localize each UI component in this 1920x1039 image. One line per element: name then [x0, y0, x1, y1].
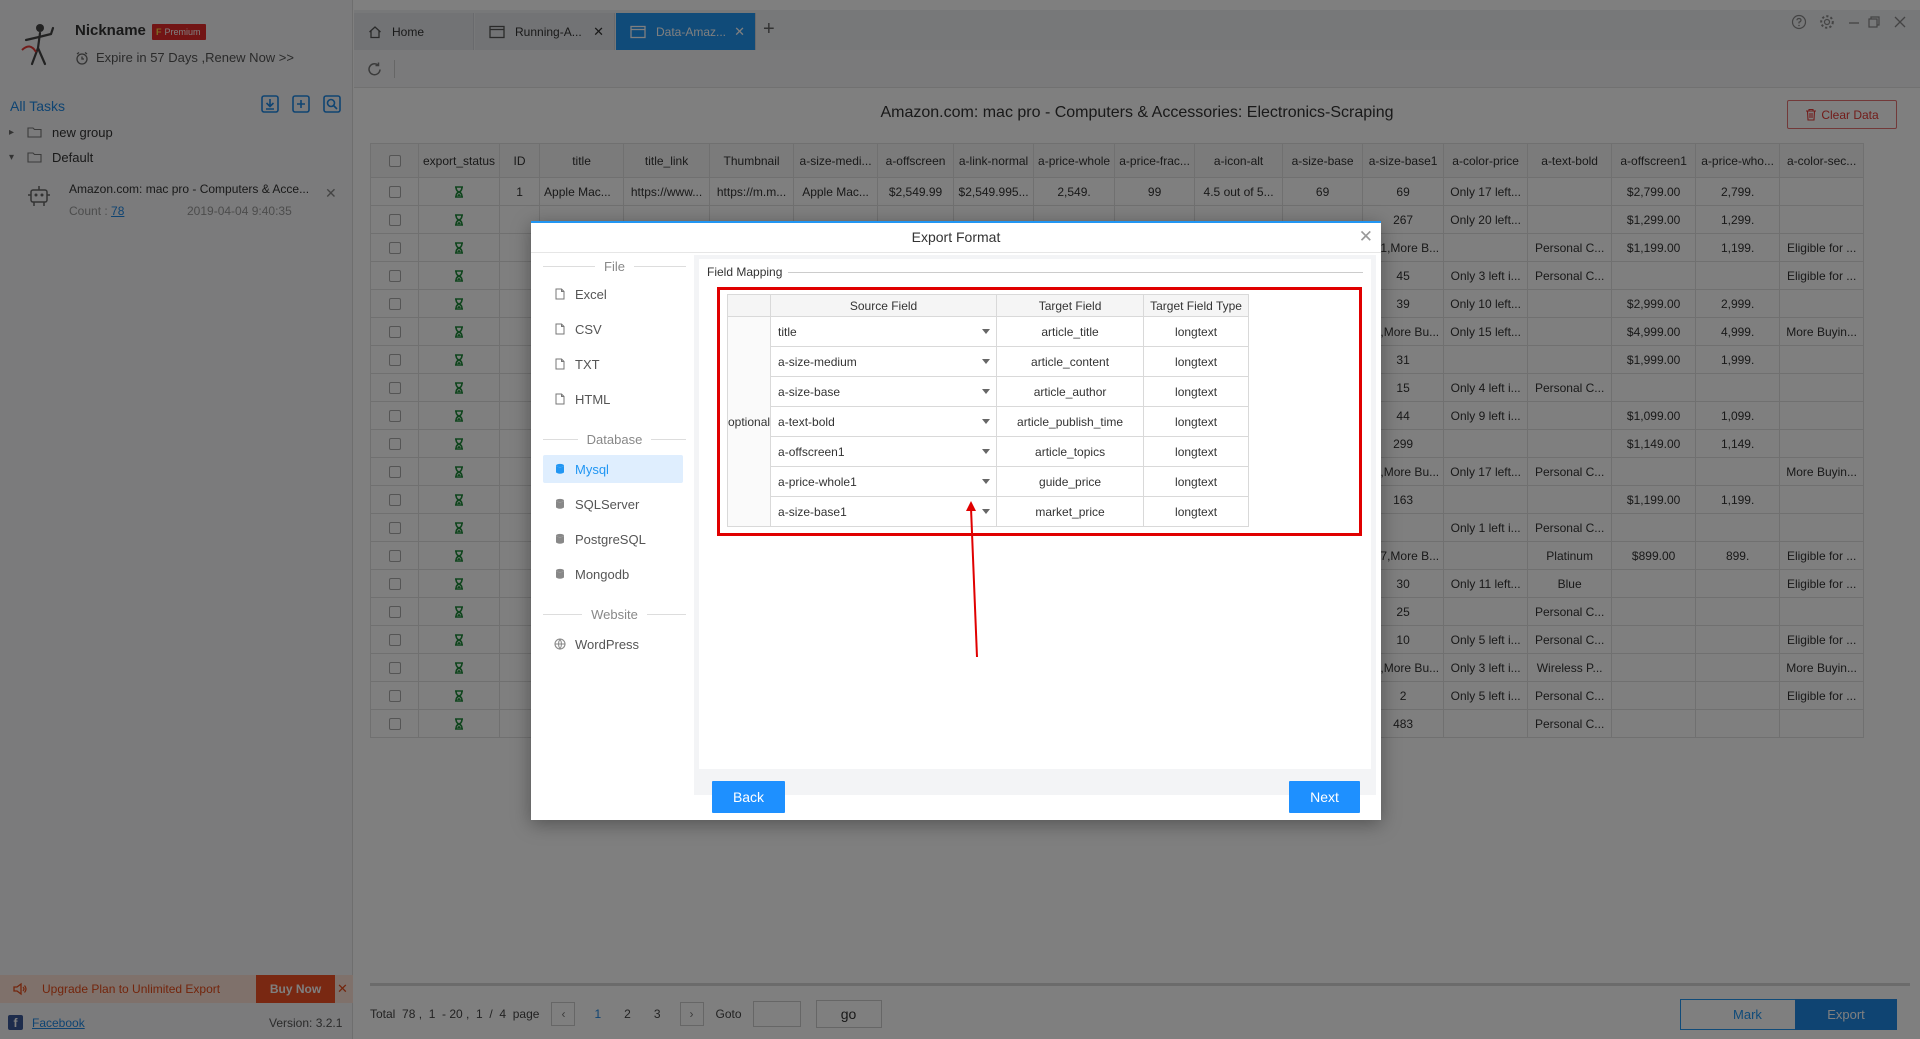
mapping-row: optional title article_title longtext [726, 316, 1250, 527]
globe-icon [553, 638, 567, 650]
field-mapping-divider [707, 272, 1363, 273]
nav-label: WordPress [575, 636, 640, 652]
nav-item-csv[interactable]: CSV [543, 315, 683, 343]
nav-item-txt[interactable]: TXT [543, 350, 683, 378]
source-field-value: a-size-medium [778, 354, 857, 369]
close-icon[interactable]: ✕ [1359, 227, 1373, 247]
nav-item-wordpress[interactable]: WordPress [543, 630, 683, 658]
header-target-type: Target Field Type [1143, 294, 1250, 317]
chevron-down-icon[interactable] [982, 509, 991, 514]
target-field-type: longtext [1143, 496, 1250, 527]
source-field-select[interactable]: a-size-base [770, 376, 998, 407]
nav-label: Mongodb [575, 566, 630, 582]
next-button[interactable]: Next [1289, 781, 1360, 813]
database-icon [553, 463, 567, 475]
nav-label: CSV [575, 321, 602, 337]
target-field-type: longtext [1143, 466, 1250, 497]
format-nav: File Excel CSV TXT HTML Database Mysql S… [543, 259, 687, 779]
nav-label: SQLServer [575, 496, 640, 512]
file-icon [553, 288, 567, 300]
target-field: article_topics [996, 436, 1145, 467]
mapping-row: a-price-whole1 guide_price longtext [728, 466, 1250, 497]
source-field-value: a-size-base1 [778, 504, 847, 519]
field-mapping-label: Field Mapping [707, 265, 789, 279]
source-field-select[interactable]: a-size-medium [770, 346, 998, 377]
nav-item-mysql[interactable]: Mysql [543, 455, 683, 483]
source-field-select[interactable]: title [770, 316, 998, 347]
target-field: market_price [996, 496, 1145, 527]
source-field-value: a-offscreen1 [778, 444, 845, 459]
target-field: article_title [996, 316, 1145, 347]
file-icon [553, 358, 567, 370]
mapping-body: optional title article_title longtext a-size… [726, 316, 1250, 527]
target-field-type: longtext [1143, 436, 1250, 467]
nav-label: Excel [575, 286, 607, 302]
nav-label: Mysql [575, 461, 609, 477]
source-field-select[interactable]: a-text-bold [770, 406, 998, 437]
target-field: article_content [996, 346, 1145, 377]
nav-item-excel[interactable]: Excel [543, 280, 683, 308]
mapping-row: a-size-base1 market_price longtext [728, 496, 1250, 527]
header-target-field: Target Field [996, 294, 1145, 317]
mapping-panel: Field Mapping Source Field Target Field … [694, 255, 1376, 795]
target-field: article_publish_time [996, 406, 1145, 437]
dialog-title: Export Format [531, 223, 1381, 253]
mapping-row: a-size-medium article_content longtext [728, 346, 1250, 377]
source-field-value: a-size-base [778, 384, 841, 399]
mapping-row: a-offscreen1 article_topics longtext [728, 436, 1250, 467]
field-mapping-table: Source Field Target Field Target Field T… [726, 294, 1250, 527]
nav-item-html[interactable]: HTML [543, 385, 683, 413]
back-button[interactable]: Back [712, 781, 785, 813]
section-label: Website [591, 607, 638, 622]
nav-item-postgresql[interactable]: PostgreSQL [543, 525, 683, 553]
source-field-select[interactable]: a-offscreen1 [770, 436, 998, 467]
header-group [726, 294, 772, 317]
target-field-type: longtext [1143, 406, 1250, 437]
mapping-panel-inner: Field Mapping Source Field Target Field … [699, 259, 1371, 769]
file-icon [553, 393, 567, 405]
section-website: Website [543, 607, 687, 622]
source-field-value: a-text-bold [778, 414, 835, 429]
section-database: Database [543, 432, 686, 447]
nav-label: HTML [575, 391, 611, 407]
section-label: Database [586, 432, 643, 447]
target-field-type: longtext [1143, 316, 1250, 347]
nav-item-sqlserver[interactable]: SQLServer [543, 490, 683, 518]
database-icon [553, 533, 567, 545]
export-format-dialog: Export Format ✕ File Excel CSV TXT HTML … [531, 221, 1381, 820]
target-field: article_author [996, 376, 1145, 407]
section-file: File [543, 259, 687, 274]
chevron-down-icon[interactable] [982, 419, 991, 424]
group-label: optional [726, 316, 772, 527]
target-field: guide_price [996, 466, 1145, 497]
chevron-down-icon[interactable] [982, 329, 991, 334]
source-field-select[interactable]: a-price-whole1 [770, 466, 998, 497]
database-icon [553, 568, 567, 580]
target-field-type: longtext [1143, 346, 1250, 377]
target-field-type: longtext [1143, 376, 1250, 407]
chevron-down-icon[interactable] [982, 359, 991, 364]
database-icon [553, 498, 567, 510]
nav-label: PostgreSQL [575, 531, 646, 547]
source-field-select[interactable]: a-size-base1 [770, 496, 998, 527]
file-icon [553, 323, 567, 335]
mapping-row: a-text-bold article_publish_time longtext [728, 406, 1250, 437]
mapping-highlight-box: Source Field Target Field Target Field T… [717, 287, 1362, 536]
section-label: File [604, 259, 625, 274]
mapping-row: a-size-base article_author longtext [728, 376, 1250, 407]
header-source-field: Source Field [770, 294, 998, 317]
mapping-header-row: Source Field Target Field Target Field T… [726, 294, 1250, 317]
chevron-down-icon[interactable] [982, 479, 991, 484]
chevron-down-icon[interactable] [982, 449, 991, 454]
chevron-down-icon[interactable] [982, 389, 991, 394]
nav-item-mongodb[interactable]: Mongodb [543, 560, 683, 588]
nav-label: TXT [575, 356, 600, 372]
source-field-value: title [778, 324, 797, 339]
source-field-value: a-price-whole1 [778, 474, 857, 489]
